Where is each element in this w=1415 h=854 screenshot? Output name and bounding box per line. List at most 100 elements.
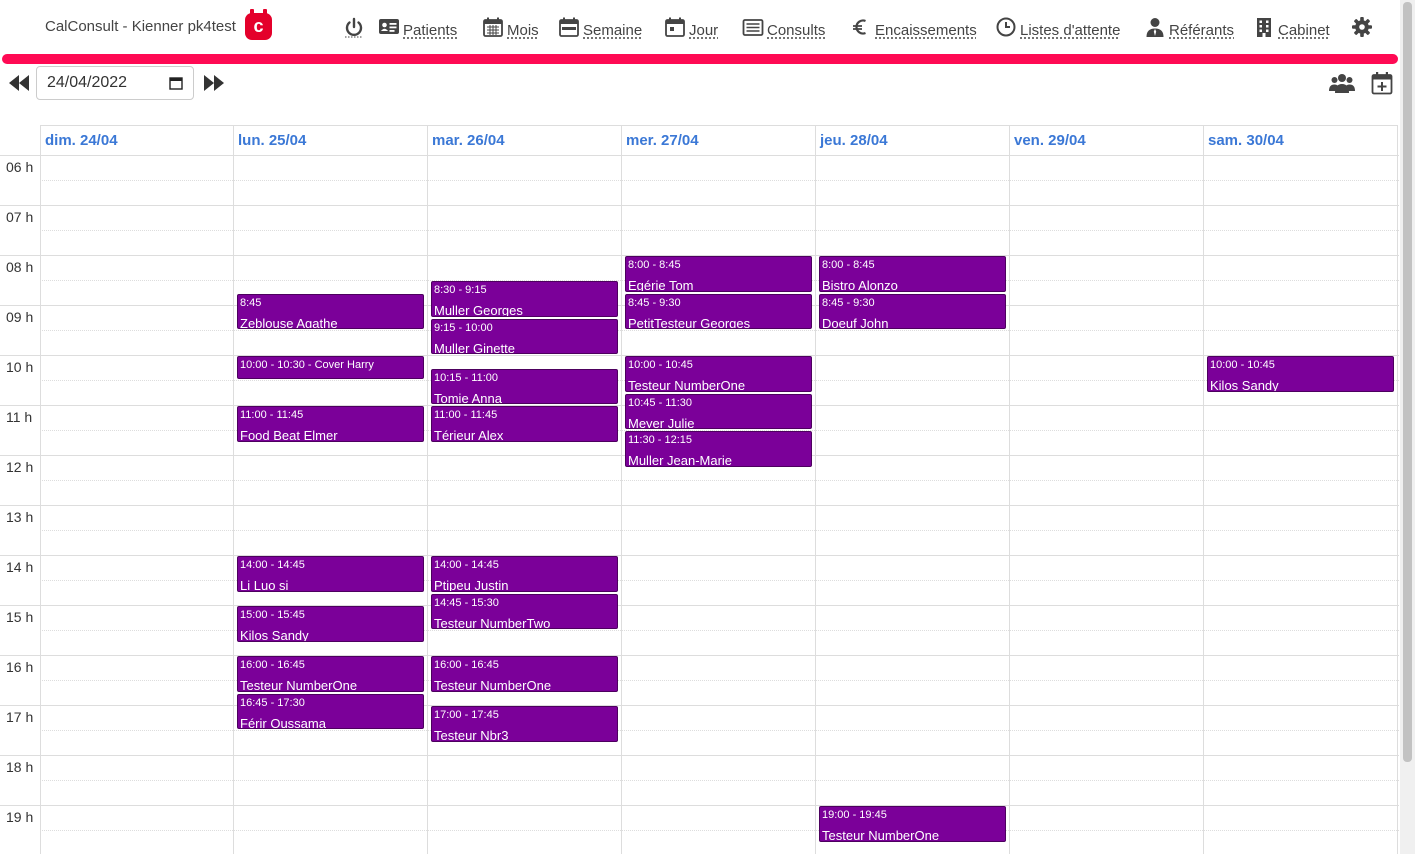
gear-icon — [1352, 17, 1372, 37]
column-divider — [427, 125, 428, 854]
appointment-event[interactable]: 10:00 - 10:30 - Cover Harry — [237, 356, 424, 379]
hour-divider — [0, 205, 1399, 206]
nav-consults[interactable]: Consults — [742, 14, 825, 40]
half-hour-divider — [40, 530, 1399, 531]
logout-button[interactable] — [343, 14, 368, 40]
column-divider — [40, 125, 41, 854]
appointment-event[interactable]: 8:00 - 8:45 Egérie Tom — [625, 256, 812, 292]
hour-divider — [0, 155, 1399, 156]
event-time: 8:45 - 9:30 — [628, 296, 681, 309]
appointment-event[interactable]: 8:45 Zeblouse Agathe — [237, 293, 424, 329]
event-time: 16:00 - 16:45 — [434, 659, 499, 671]
scrollbar-thumb[interactable] — [1403, 2, 1412, 762]
appointment-event[interactable]: 8:45 - 9:30 Doeuf John — [819, 293, 1006, 329]
nav-jour[interactable]: Jour — [664, 14, 718, 40]
nav-semaine[interactable]: Semaine — [558, 14, 642, 40]
calendar-picker-icon[interactable] — [169, 76, 183, 90]
previous-week-icon[interactable] — [8, 72, 30, 94]
day-header-6[interactable]: sam. 30/04 — [1203, 125, 1397, 155]
event-patient-name: Doeuf John — [822, 315, 889, 329]
column-divider — [621, 125, 622, 854]
nav-mois[interactable]: Mois — [482, 14, 539, 40]
nav-jour-label: Jour — [689, 21, 719, 39]
day-header-4[interactable]: jeu. 28/04 — [815, 125, 1009, 155]
event-time: 14:00 - 14:45 — [240, 559, 305, 571]
half-hour-divider — [40, 730, 1399, 731]
appointment-event[interactable]: 11:00 - 11:45 Food Beat Elmer — [237, 406, 424, 442]
half-hour-divider — [40, 330, 1399, 331]
event-patient-name: Testeur NumberOne — [822, 828, 940, 842]
event-patient-name: Testeur NumberTwo — [434, 615, 551, 629]
appointment-event[interactable]: 10:45 - 11:30 Meyer Julie — [625, 393, 812, 429]
appointment-event[interactable]: 10:00 - 10:45 Kilos Sandy — [1207, 356, 1394, 392]
appointment-event[interactable]: 16:00 - 16:45 Testeur NumberOne — [237, 656, 424, 692]
nav-cabinet[interactable]: Cabinet — [1253, 14, 1330, 40]
hour-label: 08 h — [6, 259, 34, 275]
hour-label: 17 h — [6, 709, 34, 725]
appointment-event[interactable]: 8:30 - 9:15 Muller Georges — [431, 281, 618, 317]
nav-patients[interactable]: Patients — [378, 14, 457, 40]
column-divider — [1009, 125, 1010, 854]
event-time: 14:00 - 14:45 — [434, 559, 499, 571]
accent-bar — [2, 54, 1398, 64]
appointment-event[interactable]: 8:45 - 9:30 PetitTesteur Georges — [625, 293, 812, 329]
event-time: 11:30 - 12:15 — [628, 434, 693, 446]
event-patient-name: Testeur Nbr3 — [434, 728, 509, 742]
hour-divider — [0, 655, 1399, 656]
event-time: 17:00 - 17:45 — [434, 709, 499, 721]
appointment-event[interactable]: 10:00 - 10:45 Testeur NumberOne — [625, 356, 812, 392]
hour-label: 10 h — [6, 359, 34, 375]
hour-divider — [0, 605, 1399, 606]
appointment-event[interactable]: 14:00 - 14:45 Li Luo si — [237, 556, 424, 592]
appointment-event[interactable]: 9:15 - 10:00 Muller Ginette — [431, 318, 618, 354]
hour-divider — [0, 755, 1399, 756]
nav-listes-attente[interactable]: Listes d'attente — [995, 14, 1120, 40]
half-hour-divider — [40, 780, 1399, 781]
next-week-icon[interactable] — [203, 72, 225, 94]
event-patient-name: Zeblouse Agathe — [240, 315, 338, 329]
euro-icon — [853, 19, 866, 35]
column-divider — [1203, 125, 1204, 854]
appointment-event[interactable]: 14:45 - 15:30 Testeur NumberTwo — [431, 593, 618, 629]
users-group-icon[interactable] — [1329, 71, 1355, 95]
building-icon — [1257, 18, 1271, 37]
event-time: 10:45 - 11:30 — [628, 396, 693, 409]
event-patient-name: Bistro Alonzo — [822, 278, 898, 292]
calconsult-logo[interactable]: c — [245, 9, 272, 40]
day-header-3[interactable]: mer. 27/04 — [621, 125, 815, 155]
nav-referants[interactable]: Référants — [1144, 14, 1234, 40]
nav-referants-label: Référants — [1169, 21, 1235, 39]
column-divider — [1397, 125, 1398, 854]
event-time: 10:15 - 11:00 — [434, 371, 499, 384]
nav-encaissements[interactable]: Encaissements — [850, 14, 977, 40]
vertical-scrollbar[interactable] — [1400, 0, 1415, 854]
event-time: 11:00 - 11:45 — [240, 409, 304, 421]
nav-consults-label: Consults — [767, 21, 826, 39]
appointment-event[interactable]: 14:00 - 14:45 Ptipeu Justin — [431, 556, 618, 592]
appointment-event[interactable]: 16:00 - 16:45 Testeur NumberOne — [431, 656, 618, 692]
hour-label: 11 h — [6, 409, 33, 425]
event-patient-name: Kilos Sandy — [1210, 378, 1279, 392]
event-time: 16:00 - 16:45 — [240, 659, 305, 671]
hour-label: 07 h — [6, 209, 34, 225]
nav-encaissements-label: Encaissements — [875, 21, 977, 39]
event-patient-name: Food Beat Elmer — [240, 428, 338, 442]
day-header-2[interactable]: mar. 26/04 — [427, 125, 621, 155]
appointment-event[interactable]: 17:00 - 17:45 Testeur Nbr3 — [431, 706, 618, 742]
hour-divider — [0, 505, 1399, 506]
appointment-event[interactable]: 19:00 - 19:45 Testeur NumberOne — [819, 806, 1006, 842]
appointment-event[interactable]: 11:30 - 12:15 Muller Jean-Marie — [625, 431, 812, 467]
appointment-event[interactable]: 15:00 - 15:45 Kilos Sandy — [237, 606, 424, 642]
settings-button[interactable] — [1351, 14, 1376, 40]
date-picker-input[interactable]: 24/04/2022 — [36, 66, 194, 100]
id-card-icon — [379, 19, 399, 34]
day-header-1[interactable]: lun. 25/04 — [233, 125, 427, 155]
appointment-event[interactable]: 16:45 - 17:30 Férir Oussama — [237, 693, 424, 729]
appointment-event[interactable]: 8:00 - 8:45 Bistro Alonzo — [819, 256, 1006, 292]
appointment-event[interactable]: 11:00 - 11:45 Térieur Alex — [431, 406, 618, 442]
day-header-5[interactable]: ven. 29/04 — [1009, 125, 1203, 155]
day-header-0[interactable]: dim. 24/04 — [40, 125, 234, 155]
appointment-event[interactable]: 10:15 - 11:00 Tomie Anna — [431, 368, 618, 404]
calendar-add-icon[interactable] — [1371, 71, 1393, 95]
event-time: 14:45 - 15:30 — [434, 596, 499, 609]
